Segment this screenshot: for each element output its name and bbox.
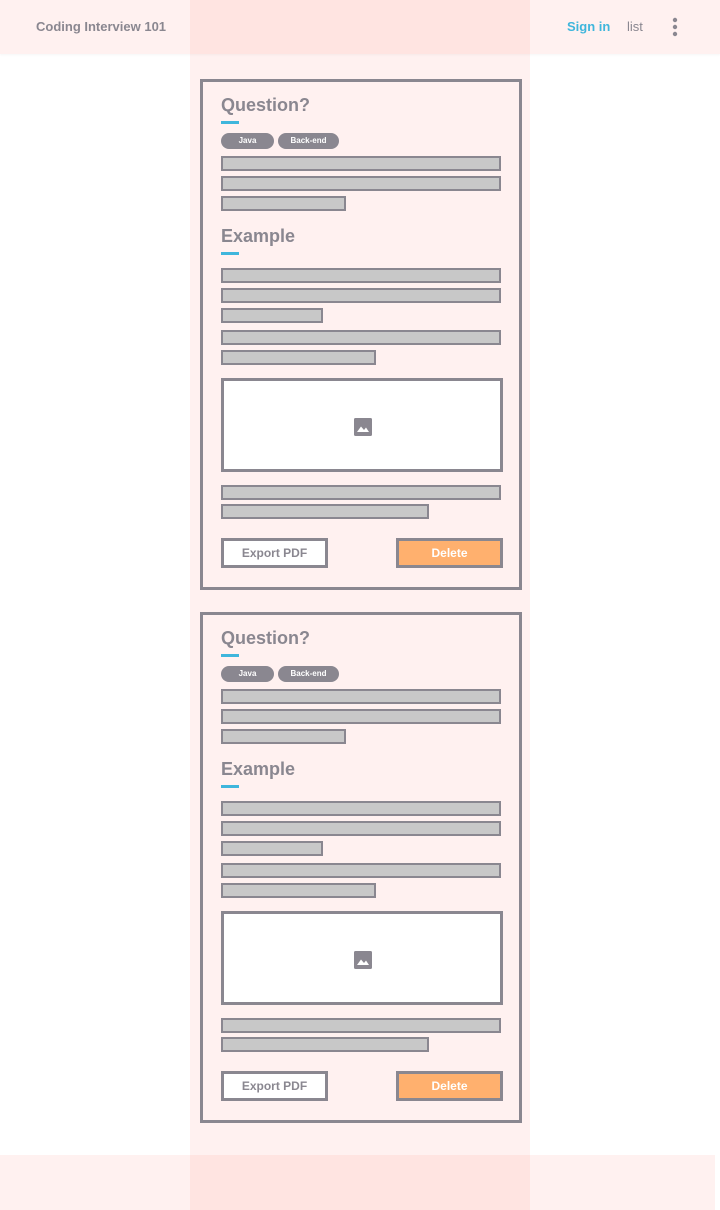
delete-button[interactable]: Delete — [396, 538, 503, 568]
footer-center-band — [190, 1155, 530, 1210]
tag-java[interactable]: Java — [221, 133, 274, 149]
tag-back-end[interactable]: Back-end — [278, 133, 339, 149]
card-body: Question? Java Back-end Example Export P… — [221, 82, 503, 587]
heading-accent-bar — [221, 252, 239, 255]
image-placeholder — [221, 378, 503, 472]
question-text-line — [221, 176, 501, 191]
tag-list: Java Back-end — [221, 133, 503, 149]
question-card: Question? Java Back-end Example Export P… — [200, 79, 522, 590]
tag-list: Java Back-end — [221, 666, 503, 682]
heading-accent-bar — [221, 654, 239, 657]
heading-accent-bar — [221, 785, 239, 788]
example-text-line — [221, 485, 501, 500]
example-text-line — [221, 821, 501, 836]
delete-button[interactable]: Delete — [396, 1071, 503, 1101]
question-text-line — [221, 729, 346, 744]
image-icon — [354, 418, 372, 436]
question-text-line — [221, 709, 501, 724]
image-icon — [354, 951, 372, 969]
example-text-line — [221, 330, 501, 345]
tag-back-end[interactable]: Back-end — [278, 666, 339, 682]
sign-in-link[interactable]: Sign in — [567, 19, 610, 34]
example-text-line — [221, 801, 501, 816]
more-vertical-icon[interactable] — [669, 17, 681, 37]
navbar-center-band — [190, 0, 530, 54]
example-text-line — [221, 288, 501, 303]
card-body: Question? Java Back-end Example Export P… — [221, 615, 503, 1120]
question-heading: Question? — [221, 95, 310, 115]
example-text-line — [221, 863, 501, 878]
example-text-line — [221, 308, 323, 323]
example-text-line — [221, 350, 376, 365]
question-heading: Question? — [221, 628, 310, 648]
top-navbar: Coding Interview 101 Sign in list — [0, 0, 720, 54]
example-text-line — [221, 841, 323, 856]
app-title[interactable]: Coding Interview 101 — [36, 19, 166, 34]
question-text-line — [221, 196, 346, 211]
example-text-line — [221, 504, 429, 519]
list-link[interactable]: list — [627, 19, 643, 34]
image-placeholder — [221, 911, 503, 1005]
tag-java[interactable]: Java — [221, 666, 274, 682]
question-card: Question? Java Back-end Example Export P… — [200, 612, 522, 1123]
export-pdf-button[interactable]: Export PDF — [221, 1071, 328, 1101]
example-text-line — [221, 883, 376, 898]
heading-accent-bar — [221, 121, 239, 124]
question-text-line — [221, 156, 501, 171]
export-pdf-button[interactable]: Export PDF — [221, 538, 328, 568]
example-heading: Example — [221, 226, 296, 246]
example-text-line — [221, 268, 501, 283]
question-text-line — [221, 689, 501, 704]
example-text-line — [221, 1018, 501, 1033]
example-text-line — [221, 1037, 429, 1052]
example-heading: Example — [221, 759, 296, 779]
